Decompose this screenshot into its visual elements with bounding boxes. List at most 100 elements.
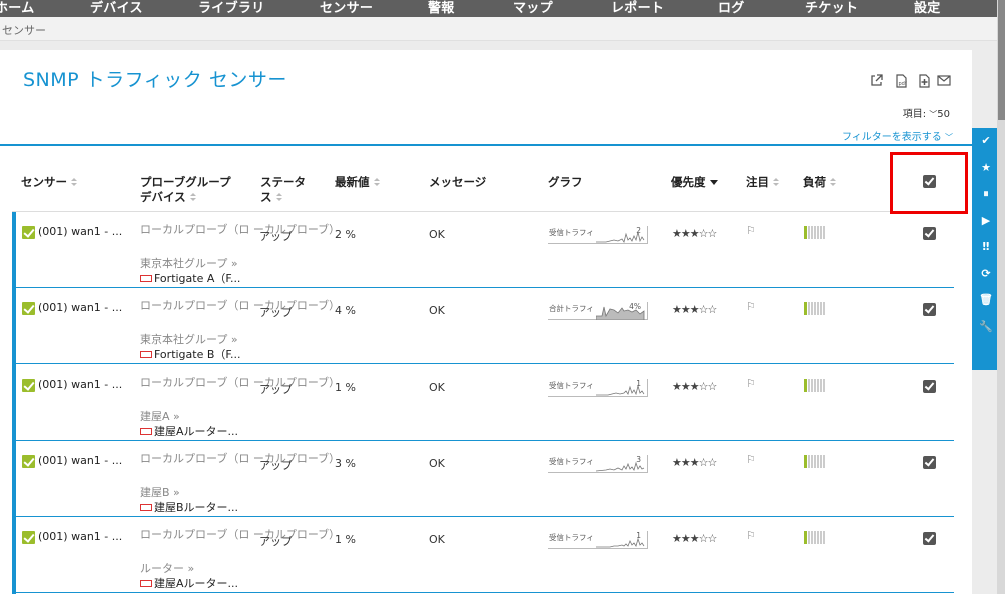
device-link[interactable]: 建屋Bルーター... xyxy=(140,499,238,515)
last-value: 1 % xyxy=(335,381,356,394)
col-header-last-value[interactable]: 最新値 xyxy=(335,175,380,190)
priority-stars[interactable]: ★★★☆☆ xyxy=(672,303,717,316)
nav-item[interactable]: 設定 xyxy=(914,0,941,16)
mail-icon[interactable] xyxy=(937,74,951,87)
table-row[interactable]: (001) wan1 - ... ローカルプローブ（ロ ーカルプローブ） 東京本社グ… xyxy=(16,212,954,288)
graph-label: 合計トラフィ xyxy=(549,304,594,313)
nav-item[interactable]: マップ xyxy=(513,0,553,16)
device-link[interactable]: Fortigate A（F... xyxy=(140,270,240,286)
device-icon xyxy=(140,427,152,435)
priority-icon[interactable]: ‼ xyxy=(972,234,1000,260)
graph-label: 受信トラフィ xyxy=(549,457,594,466)
table-row[interactable]: (001) wan1 - ... ローカルプローブ（ロ ーカルプローブ） 東京本社グ… xyxy=(16,288,954,364)
probe-name[interactable]: ローカルプローブ（ロ ーカルプローブ） xyxy=(140,528,340,541)
sensor-link[interactable]: (001) wan1 - ... xyxy=(38,454,122,467)
sort-icon xyxy=(773,178,779,187)
sparkline xyxy=(596,231,645,243)
group-link[interactable]: 建屋B » xyxy=(140,484,180,500)
flag-icon[interactable]: ⚐ xyxy=(746,300,756,313)
message-text: OK xyxy=(429,457,445,470)
col-header-priority[interactable]: 優先度 xyxy=(671,175,718,190)
last-value: 1 % xyxy=(335,533,356,546)
row-checkbox[interactable] xyxy=(923,380,936,393)
group-link[interactable]: 建屋A » xyxy=(140,408,180,424)
probe-name[interactable]: ローカルプローブ（ロ ーカルプローブ） xyxy=(140,299,340,312)
nav-item[interactable]: ホーム xyxy=(0,0,35,16)
play-icon[interactable]: ▶ xyxy=(972,208,1000,234)
group-link[interactable]: 東京本社グループ » xyxy=(140,255,238,271)
nav-item[interactable]: ログ xyxy=(718,0,745,16)
delete-icon[interactable]: 🗑 xyxy=(972,287,1000,313)
mini-graph[interactable]: 受信トラフィ 3 xyxy=(548,455,648,473)
mini-graph[interactable]: 受信トラフィ 2 xyxy=(548,226,648,244)
nav-item[interactable]: センサー xyxy=(320,0,373,16)
col-header-sensor[interactable]: センサー xyxy=(21,175,77,190)
row-checkbox[interactable] xyxy=(923,227,936,240)
col-header-favorite[interactable]: 注目 xyxy=(746,175,779,190)
status-text: アップ xyxy=(259,459,292,472)
col-header-probe-group[interactable]: プローブグループ デバイス xyxy=(140,175,231,205)
flag-icon[interactable]: ⚐ xyxy=(746,529,756,542)
priority-stars[interactable]: ★★★☆☆ xyxy=(672,227,717,240)
mini-graph[interactable]: 受信トラフィ 1 xyxy=(548,531,648,549)
show-filter-link[interactable]: フィルターを表示する ﹀ xyxy=(842,128,953,143)
priority-stars[interactable]: ★★★☆☆ xyxy=(672,456,717,469)
sparkline xyxy=(596,384,645,396)
col-label: センサー xyxy=(21,175,67,189)
sparkline xyxy=(596,461,645,472)
row-checkbox[interactable] xyxy=(923,303,936,316)
priority-stars[interactable]: ★★★☆☆ xyxy=(672,380,717,393)
flag-icon[interactable]: ⚐ xyxy=(746,453,756,466)
group-link[interactable]: ルーター » xyxy=(140,560,194,576)
sensor-link[interactable]: (001) wan1 - ... xyxy=(38,301,122,314)
graph-label: 受信トラフィ xyxy=(549,533,594,542)
device-link[interactable]: 建屋Aルーター... xyxy=(140,575,238,591)
nav-item[interactable]: ライブラリ xyxy=(198,0,265,16)
pause-icon[interactable]: ⏸ xyxy=(972,181,1000,207)
star-icon[interactable]: ★ xyxy=(972,155,1000,181)
flag-icon[interactable]: ⚐ xyxy=(746,224,756,237)
sensor-link[interactable]: (001) wan1 - ... xyxy=(38,530,122,543)
items-per-page[interactable]: 項目: ﹀50 xyxy=(903,105,950,120)
check-icon[interactable]: ✔ xyxy=(972,128,1000,154)
table-row[interactable]: (001) wan1 - ... ローカルプローブ（ロ ーカルプローブ） 建屋A »… xyxy=(16,365,954,441)
probe-name[interactable]: ローカルプローブ（ロ ーカルプローブ） xyxy=(140,376,340,389)
add-document-icon[interactable] xyxy=(918,74,931,88)
col-label: ス xyxy=(260,190,272,204)
table-row[interactable]: (001) wan1 - ... ローカルプローブ（ロ ーカルプローブ） 建屋B »… xyxy=(16,441,954,517)
scrollbar-thumb[interactable] xyxy=(998,0,1005,120)
row-checkbox[interactable] xyxy=(923,456,936,469)
flag-icon[interactable]: ⚐ xyxy=(746,377,756,390)
table-row[interactable]: (001) wan1 - ... ローカルプローブ（ロ ーカルプローブ） ルーター … xyxy=(16,517,954,593)
mini-graph[interactable]: 合計トラフィ 4% xyxy=(548,302,648,320)
nav-item[interactable]: デバイス xyxy=(90,0,143,16)
col-label: ステータ xyxy=(260,175,306,189)
nav-item[interactable]: レポート xyxy=(611,0,664,16)
col-header-message[interactable]: メッセージ xyxy=(429,175,486,190)
device-link[interactable]: Fortigate B（F... xyxy=(140,346,240,362)
pdf-icon[interactable]: pdf xyxy=(895,74,908,88)
probe-name[interactable]: ローカルプローブ（ロ ーカルプローブ） xyxy=(140,452,340,465)
mini-graph[interactable]: 受信トラフィ 1 xyxy=(548,379,648,397)
wrench-icon[interactable]: 🔧 xyxy=(972,314,1000,340)
nav-item[interactable]: チケット xyxy=(805,0,858,16)
svg-text:pdf: pdf xyxy=(899,81,907,87)
device-link[interactable]: 建屋Aルーター... xyxy=(140,423,238,439)
row-checkbox[interactable] xyxy=(923,532,936,545)
sensor-link[interactable]: (001) wan1 - ... xyxy=(38,225,122,238)
probe-name[interactable]: ローカルプローブ（ロ ーカルプローブ） xyxy=(140,223,340,236)
col-header-status[interactable]: ステータス xyxy=(260,175,306,205)
refresh-icon[interactable]: ⟳ xyxy=(972,261,1000,287)
breadcrumb-item[interactable]: センサー xyxy=(2,22,46,38)
sensor-link[interactable]: (001) wan1 - ... xyxy=(38,378,122,391)
external-link-icon[interactable] xyxy=(870,74,883,87)
nav-item[interactable]: 警報 xyxy=(428,0,455,16)
col-header-graph: グラフ xyxy=(548,175,583,190)
message-text: OK xyxy=(429,304,445,317)
status-text: アップ xyxy=(259,535,292,548)
priority-stars[interactable]: ★★★☆☆ xyxy=(672,532,717,545)
sort-icon xyxy=(373,178,380,187)
chevron-right-icon: » xyxy=(187,562,195,575)
col-header-load[interactable]: 負荷 xyxy=(803,175,836,190)
group-link[interactable]: 東京本社グループ » xyxy=(140,331,238,347)
